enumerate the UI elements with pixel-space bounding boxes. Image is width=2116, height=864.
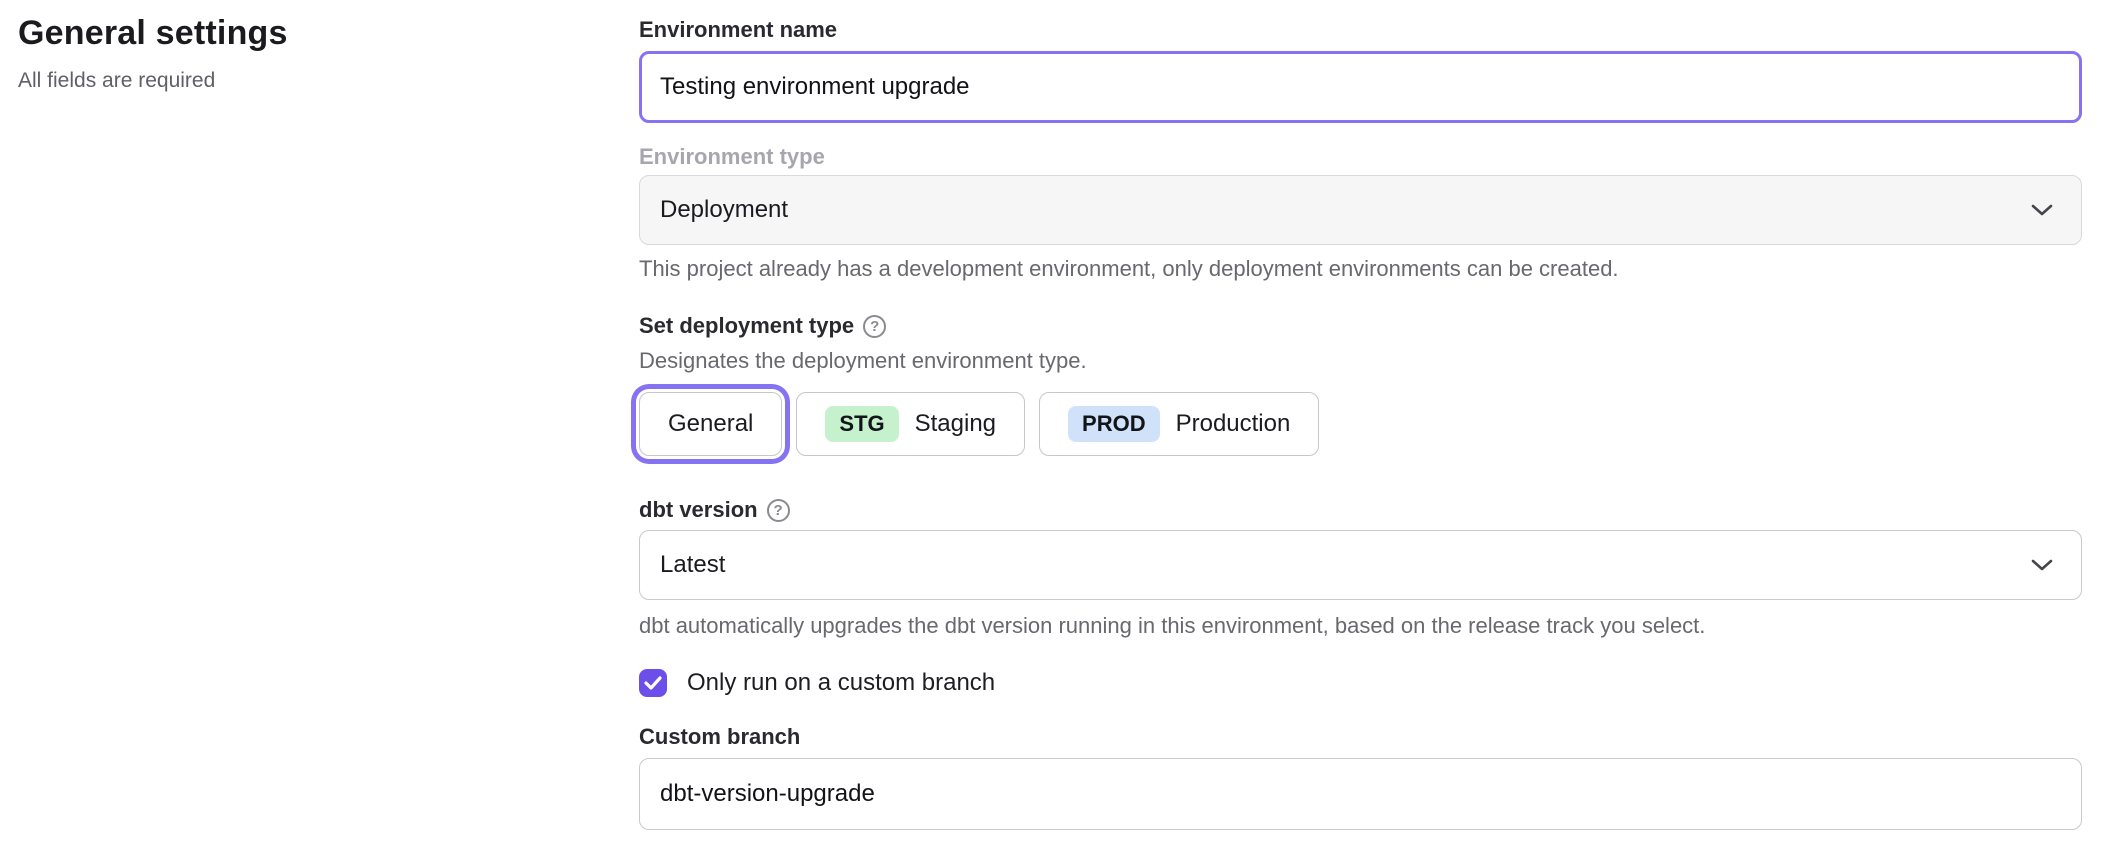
dbt-version-value: Latest	[660, 551, 725, 579]
chevron-down-icon	[2029, 557, 2055, 573]
page-title: General settings	[18, 14, 578, 53]
environment-type-select[interactable]: Deployment	[639, 175, 2082, 245]
dbt-version-label: dbt version ?	[639, 496, 2082, 524]
dbt-version-select[interactable]: Latest	[639, 530, 2082, 600]
custom-branch-checkbox-label[interactable]: Only run on a custom branch	[687, 669, 995, 697]
dbt-version-helper: dbt automatically upgrades the dbt versi…	[639, 612, 2082, 639]
environment-type-value: Deployment	[660, 196, 788, 224]
settings-header: General settings All fields are required	[18, 14, 578, 93]
environment-type-helper: This project already has a development e…	[639, 255, 2082, 282]
deployment-type-helper: Designates the deployment environment ty…	[639, 347, 2082, 374]
deployment-type-staging-button[interactable]: STG Staging	[796, 392, 1025, 456]
custom-branch-label: Custom branch	[639, 723, 2082, 751]
staging-badge: STG	[825, 406, 898, 442]
help-icon[interactable]: ?	[767, 499, 790, 522]
deployment-type-label: Set deployment type ?	[639, 312, 2082, 340]
deployment-type-production-button[interactable]: PROD Production	[1039, 392, 1319, 456]
checkmark-icon	[644, 676, 662, 690]
chevron-down-icon	[2029, 202, 2055, 218]
environment-settings-form: Environment name Environment type Deploy…	[639, 0, 2082, 830]
page-subtitle: All fields are required	[18, 69, 578, 93]
deployment-type-options: General STG Staging PROD Production	[639, 392, 2082, 456]
custom-branch-checkbox-row: Only run on a custom branch	[639, 669, 2082, 697]
custom-branch-input[interactable]	[639, 758, 2082, 830]
deployment-type-general-button[interactable]: General	[639, 392, 782, 456]
custom-branch-checkbox[interactable]	[639, 669, 667, 697]
environment-type-label: Environment type	[639, 143, 2082, 171]
environment-name-label: Environment name	[639, 16, 2082, 44]
environment-name-input[interactable]	[639, 51, 2082, 123]
help-icon[interactable]: ?	[863, 315, 886, 338]
production-badge: PROD	[1068, 406, 1160, 442]
